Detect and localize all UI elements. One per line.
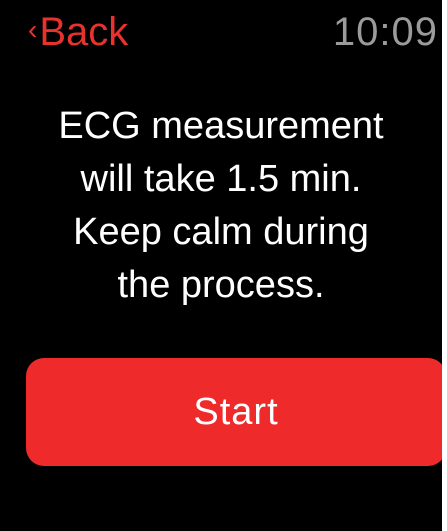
- instruction-message: ECG measurement will take 1.5 min. Keep …: [20, 100, 422, 312]
- message-line: ECG measurement: [58, 105, 384, 147]
- back-label: Back: [39, 10, 129, 54]
- start-button-label: Start: [193, 390, 279, 433]
- start-button[interactable]: Start: [26, 358, 442, 466]
- back-button[interactable]: ‹ Back: [28, 8, 128, 56]
- chevron-left-icon: ‹: [28, 14, 38, 45]
- message-line: Keep calm during: [73, 211, 369, 253]
- status-bar: ‹ Back 10:09: [0, 0, 442, 70]
- message-line: the process.: [117, 264, 325, 306]
- clock-time: 10:09: [332, 9, 438, 54]
- watch-screen: ‹ Back 10:09 ECG measurement will take 1…: [0, 0, 442, 531]
- message-line: will take 1.5 min.: [80, 158, 362, 200]
